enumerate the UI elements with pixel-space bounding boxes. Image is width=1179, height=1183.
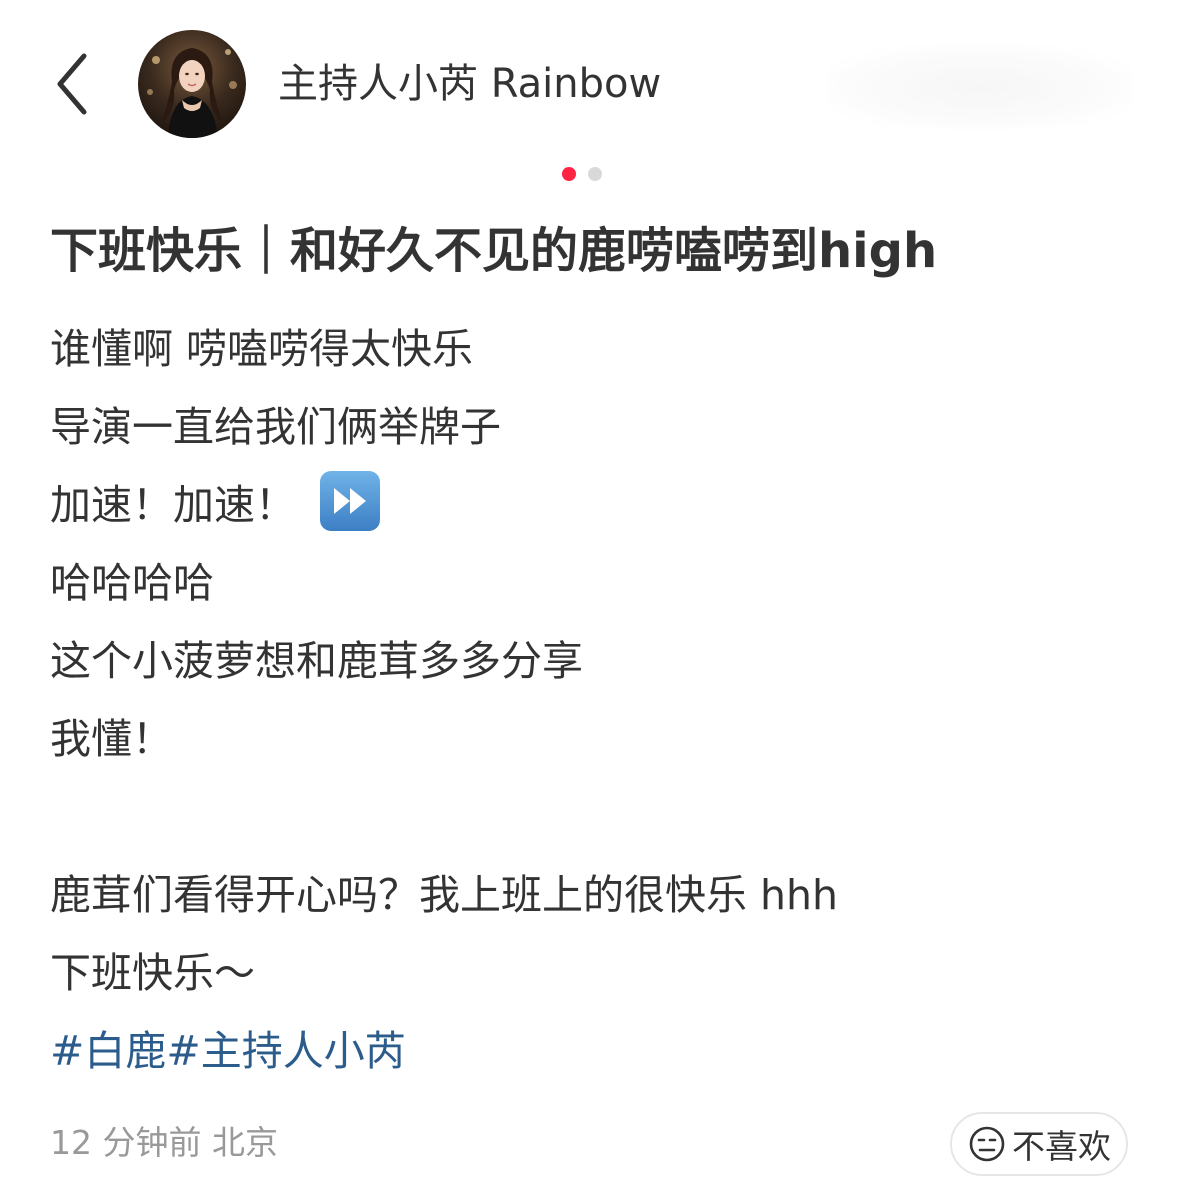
dislike-label: 不喜欢 [1012, 1127, 1111, 1166]
body-line: 导演一直给我们俩举牌子 [50, 403, 501, 451]
chevron-left-icon [57, 53, 87, 115]
body-line: 这个小菠萝想和鹿茸多多分享 [50, 637, 583, 685]
body-line: 下班快乐～ [50, 949, 255, 997]
tag-link[interactable]: #白鹿 [50, 1027, 166, 1075]
follow-area [825, 45, 1135, 130]
body-line: 谁懂啊 唠嗑唠得太快乐 [50, 325, 474, 373]
body-line: 鹿茸们看得开心吗？我上班上的很快乐 hhh [50, 871, 838, 919]
post-body: 谁懂啊 唠嗑唠得太快乐 导演一直给我们俩举牌子 加速！加速！ 哈哈哈哈 这个小菠… [50, 310, 1130, 1090]
post-time-location: 12 分钟前 北京 [50, 1123, 278, 1162]
post-header: 主持人小芮 Rainbow [0, 0, 1179, 150]
tags-line: #白鹿#主持人小芮 [50, 1012, 1130, 1090]
body-line: 我懂！ [50, 715, 173, 763]
carousel-dot-active[interactable] [562, 167, 576, 181]
avatar-image [138, 30, 246, 138]
body-line: 哈哈哈哈 [50, 559, 214, 607]
tag-link[interactable]: #主持人小芮 [166, 1027, 405, 1075]
fast-forward-icon [320, 471, 380, 531]
body-line-text: 加速！加速！ [50, 481, 296, 529]
avatar[interactable] [138, 30, 246, 138]
carousel-dot[interactable] [588, 167, 602, 181]
carousel-indicator [562, 167, 602, 181]
post-title: 下班快乐｜和好久不见的鹿唠嗑唠到high [50, 223, 938, 279]
meh-face-icon [969, 1126, 1005, 1162]
dislike-button[interactable]: 不喜欢 [950, 1112, 1128, 1176]
back-button[interactable] [44, 44, 104, 124]
body-line-with-emoji: 加速！加速！ [50, 466, 1130, 544]
author-name[interactable]: 主持人小芮 Rainbow [278, 58, 661, 110]
